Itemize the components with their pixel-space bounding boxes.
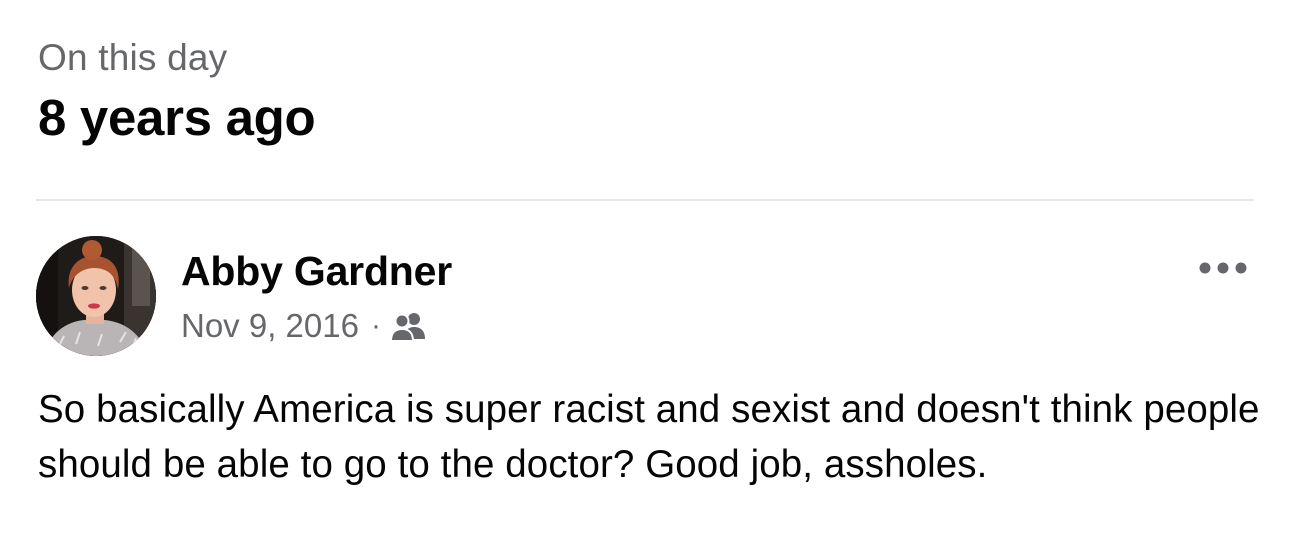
meta-separator: ·	[370, 309, 381, 342]
post-date[interactable]: Nov 9, 2016	[181, 306, 359, 346]
more-options-icon[interactable]	[1198, 256, 1248, 280]
post-header: Abby Gardner Nov 9, 2016 ·	[36, 236, 1254, 360]
avatar-photo	[36, 236, 156, 356]
avatar[interactable]	[36, 236, 156, 356]
author-name[interactable]: Abby Gardner	[181, 246, 452, 296]
years-ago-title: 8 years ago	[38, 89, 316, 146]
post-text: So basically America is super racist and…	[38, 388, 1260, 486]
friends-icon[interactable]	[389, 311, 427, 342]
section-divider	[36, 199, 1254, 201]
on-this-day-label: On this day	[38, 37, 228, 78]
memories-header: On this day 8 years ago	[38, 36, 316, 148]
post-meta: Nov 9, 2016 ·	[181, 306, 427, 346]
